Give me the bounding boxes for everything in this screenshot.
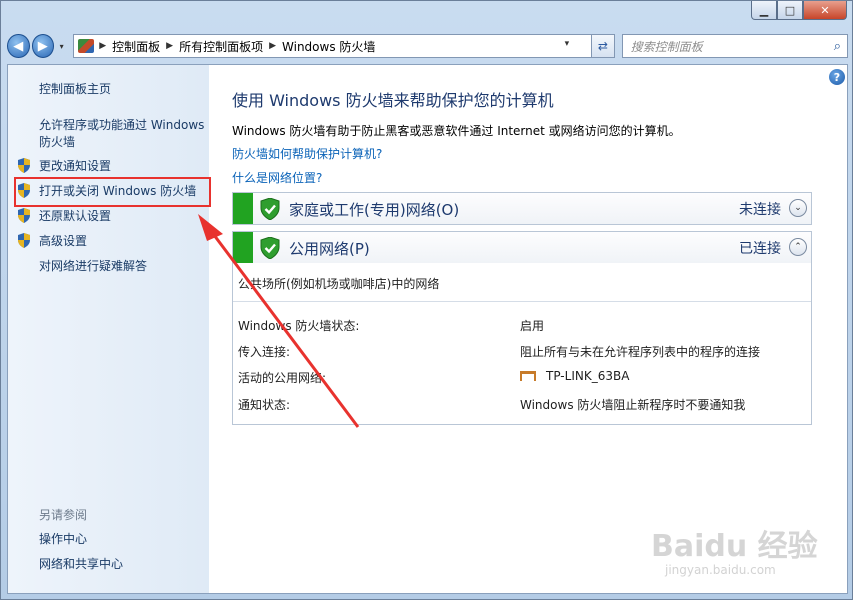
- breadcrumb-separator-icon[interactable]: ▶: [269, 41, 276, 51]
- search-icon[interactable]: ⌕: [834, 39, 841, 54]
- search-input[interactable]: 搜索控制面板 ⌕: [621, 34, 848, 58]
- detail-label: Windows 防火墙状态:: [238, 319, 360, 333]
- sidebar-link-home[interactable]: 控制面板主页: [39, 81, 111, 98]
- see-also-heading: 另请参阅: [39, 508, 88, 522]
- maximize-button[interactable]: □: [777, 1, 803, 20]
- detail-value: Windows 防火墙阻止新程序时不要通知我: [520, 398, 746, 412]
- page-description: Windows 防火墙有助于防止黑客或恶意软件通过 Internet 或网络访问…: [232, 124, 681, 138]
- public-network-panel: 公用网络(P) 已连接 ⌃ 公共场所(例如机场或咖啡店)中的网络 Windows…: [232, 231, 812, 425]
- sidebar-link-action-center[interactable]: 操作中心: [39, 531, 87, 548]
- active-network-name: TP-LINK_63BA: [546, 369, 630, 383]
- breadcrumb-firewall[interactable]: Windows 防火墙: [282, 38, 375, 55]
- address-bar[interactable]: ▶ 控制面板 ▶ 所有控制面板项 ▶ Windows 防火墙 ▾: [73, 34, 593, 58]
- uac-shield-icon: [18, 158, 30, 173]
- green-shield-check-icon: [260, 237, 280, 259]
- detail-value: 阻止所有与未在允许程序列表中的程序的连接: [520, 345, 761, 359]
- public-network-status: 已连接: [739, 241, 781, 257]
- detail-label: 传入连接:: [238, 345, 291, 359]
- firewall-window: ▁ □ ✕ ◀ ▶ ▾ ▶ 控制面板 ▶ 所有控制面板项 ▶ Windows 防…: [0, 0, 853, 600]
- back-button[interactable]: ◀: [7, 34, 30, 58]
- search-placeholder: 搜索控制面板: [630, 39, 703, 54]
- sidebar: 控制面板主页 允许程序或功能通过 Windows 防火墙 更改通知设置 打开或关…: [8, 65, 209, 593]
- public-network-description: 公共场所(例如机场或咖啡店)中的网络: [238, 277, 440, 291]
- sidebar-link-network-center[interactable]: 网络和共享中心: [39, 556, 123, 573]
- sidebar-link-restore-defaults[interactable]: 还原默认设置: [39, 208, 111, 225]
- breadcrumb-control-panel[interactable]: 控制面板: [112, 38, 160, 55]
- navigation-bar: ◀ ▶ ▾ ▶ 控制面板 ▶ 所有控制面板项 ▶ Windows 防火墙 ▾ ⇄…: [7, 32, 848, 60]
- link-how-firewall-helps[interactable]: 防火墙如何帮助保护计算机?: [232, 145, 382, 162]
- page-title: 使用 Windows 防火墙来帮助保护您的计算机: [232, 91, 554, 110]
- sidebar-link-allow-program[interactable]: 允许程序或功能通过 Windows 防火墙: [39, 117, 207, 151]
- network-bench-icon: [520, 371, 536, 381]
- breadcrumb-all-items[interactable]: 所有控制面板项: [179, 38, 263, 55]
- forward-button[interactable]: ▶: [31, 34, 55, 58]
- link-network-location[interactable]: 什么是网络位置?: [232, 169, 322, 186]
- breadcrumb-separator-icon[interactable]: ▶: [99, 41, 106, 51]
- breadcrumb-separator-icon[interactable]: ▶: [166, 41, 173, 51]
- detail-label: 活动的公用网络:: [238, 371, 327, 385]
- address-dropdown-icon[interactable]: ▾: [565, 39, 570, 49]
- public-network-details: 公共场所(例如机场或咖啡店)中的网络 Windows 防火墙状态: 启用 传入连…: [233, 263, 811, 424]
- expand-chevron-icon[interactable]: ⌄: [789, 199, 807, 217]
- uac-shield-icon: [18, 208, 30, 223]
- home-network-header[interactable]: 家庭或工作(专用)网络(O) 未连接 ⌄: [233, 193, 811, 224]
- watermark-logo: Baidu 经验: [651, 529, 818, 564]
- sidebar-link-change-notify[interactable]: 更改通知设置: [39, 158, 111, 175]
- divider: [233, 301, 811, 302]
- recent-pages-dropdown-icon[interactable]: ▾: [56, 42, 67, 51]
- public-network-header[interactable]: 公用网络(P) 已连接 ⌃: [233, 232, 811, 263]
- status-color-bar: [233, 193, 253, 224]
- public-network-title: 公用网络(P): [289, 240, 370, 258]
- control-panel-icon: [78, 39, 95, 53]
- close-button[interactable]: ✕: [803, 1, 847, 20]
- content-area: 控制面板主页 允许程序或功能通过 Windows 防火墙 更改通知设置 打开或关…: [7, 64, 848, 594]
- minimize-button[interactable]: ▁: [751, 1, 777, 20]
- detail-value: 启用: [520, 319, 545, 333]
- home-network-status: 未连接: [739, 202, 781, 218]
- green-shield-check-icon: [260, 198, 280, 220]
- watermark-url: jingyan.baidu.com: [665, 563, 776, 577]
- uac-shield-icon: [18, 233, 30, 248]
- annotation-highlight-box: [14, 177, 211, 207]
- sidebar-link-advanced[interactable]: 高级设置: [39, 233, 87, 250]
- caption-buttons: ▁ □ ✕: [751, 1, 847, 20]
- refresh-button[interactable]: ⇄: [592, 34, 615, 58]
- home-network-panel: 家庭或工作(专用)网络(O) 未连接 ⌄: [232, 192, 812, 225]
- home-network-title: 家庭或工作(专用)网络(O): [289, 201, 460, 219]
- detail-value-network: TP-LINK_63BA: [520, 369, 629, 383]
- sidebar-link-troubleshoot[interactable]: 对网络进行疑难解答: [39, 258, 147, 275]
- help-icon[interactable]: ?: [829, 69, 845, 85]
- collapse-chevron-icon[interactable]: ⌃: [789, 238, 807, 256]
- status-color-bar: [233, 232, 253, 263]
- main-panel: ? 使用 Windows 防火墙来帮助保护您的计算机 Windows 防火墙有助…: [210, 65, 847, 593]
- detail-label: 通知状态:: [238, 398, 291, 412]
